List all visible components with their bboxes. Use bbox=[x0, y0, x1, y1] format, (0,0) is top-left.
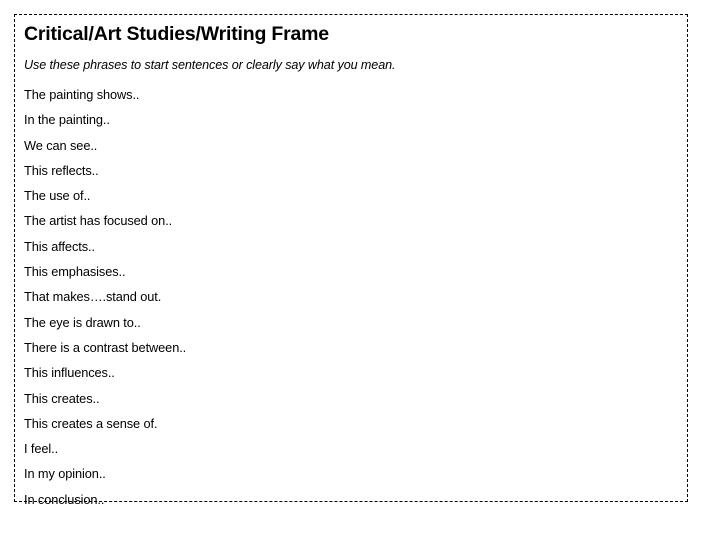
list-item: This creates a sense of. bbox=[24, 415, 158, 431]
list-item: I feel.. bbox=[24, 441, 59, 457]
list-item: In the painting.. bbox=[24, 112, 110, 128]
list-item: That makes….stand out. bbox=[24, 289, 162, 305]
list-item: We can see.. bbox=[24, 137, 98, 153]
phrase-list: The painting shows.. In the painting.. We … bbox=[24, 73, 681, 512]
writing-frame-content: Critical/Art Studies/Writing Frame Use t… bbox=[24, 15, 681, 512]
list-item: This affects.. bbox=[24, 238, 95, 254]
list-item: This emphasises.. bbox=[24, 264, 126, 280]
list-item: This creates.. bbox=[24, 390, 100, 406]
list-item: The use of.. bbox=[24, 188, 91, 204]
list-item: The painting shows.. bbox=[24, 87, 140, 102]
list-item: In my opinion.. bbox=[24, 466, 106, 482]
page-title: Critical/Art Studies/Writing Frame bbox=[24, 23, 329, 45]
list-item: This reflects.. bbox=[24, 162, 99, 178]
list-item: The eye is drawn to.. bbox=[24, 314, 141, 330]
instruction-text: Use these phrases to start sentences or … bbox=[24, 58, 396, 72]
list-item: The artist has focused on.. bbox=[24, 213, 173, 229]
list-item: This influences.. bbox=[24, 365, 115, 381]
writing-frame-box: Critical/Art Studies/Writing Frame Use t… bbox=[14, 14, 688, 507]
list-item: There is a contrast between.. bbox=[24, 339, 187, 355]
list-item: In conclusion.. bbox=[24, 491, 105, 507]
